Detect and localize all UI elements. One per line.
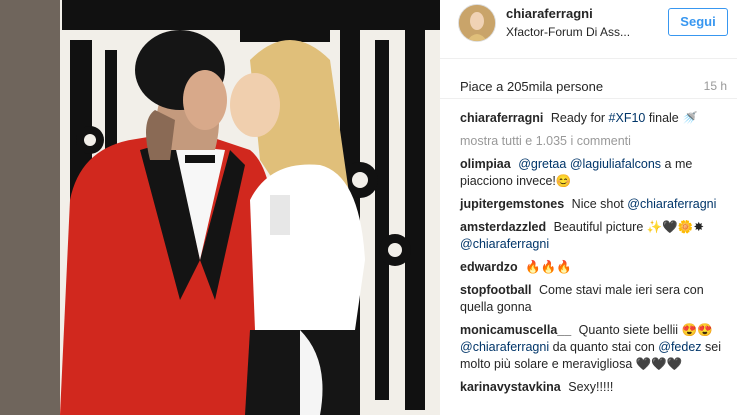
comment-text: Beautiful picture ✨🖤🌼✸ [553,220,704,234]
comment-user[interactable]: olimpiaa [460,157,511,171]
comment-text: Sexy!!!!! [568,380,614,394]
comment-item: jupitergemstones Nice shot @chiaraferrag… [460,196,730,213]
comment-mention[interactable]: @chiaraferragni [627,197,716,211]
comment-text: da quanto stai con [552,340,655,354]
comment-item: edwardzo 🔥🔥🔥 [460,259,730,276]
likes-count[interactable]: Piace a 205mila persone [460,79,603,94]
comment-item: stopfootball Come stavi male ieri sera c… [460,282,730,316]
comment-mention[interactable]: @gretaa [518,157,566,171]
avatar-image [459,5,495,41]
comment-user[interactable]: jupitergemstones [460,197,564,211]
comment-item: olimpiaa @gretaa @lagiuliafalcons a me p… [460,156,730,190]
comment-text: Quanto siete bellii 😍😍 [578,323,713,337]
post-sidebar: chiaraferragni Xfactor-Forum Di Ass... S… [440,0,737,415]
caption: chiaraferragni Ready for #XF10 finale 🚿 [460,110,730,127]
couple-photo-illustration [0,0,440,415]
likes-row: Piace a 205mila persone 15 h [440,58,737,99]
comment-mention[interactable]: @chiaraferragni [460,237,549,251]
comment-user[interactable]: karinavystavkina [460,380,561,394]
caption-text: Ready for [550,111,606,125]
comment-user[interactable]: amsterdazzled [460,220,546,234]
caption-text-end: finale 🚿 [648,111,698,125]
comments-list: chiaraferragni Ready for #XF10 finale 🚿 … [460,110,730,402]
post-username[interactable]: chiaraferragni [506,6,593,21]
comment-text: 🔥🔥🔥 [525,260,572,274]
comment-item: monicamuscella__ Quanto siete bellii 😍😍 … [460,322,730,373]
comment-user[interactable]: edwardzo [460,260,518,274]
comment-item: karinavystavkina Sexy!!!!! [460,379,730,396]
follow-button[interactable]: Segui [668,8,728,36]
comment-user[interactable]: monicamuscella__ [460,323,571,337]
post-photo[interactable] [0,0,440,415]
avatar[interactable] [458,4,496,42]
comment-mention[interactable]: @chiaraferragni [460,340,549,354]
show-all-comments-link[interactable]: mostra tutti e 1.035 i commenti [460,133,730,150]
caption-hashtag[interactable]: #XF10 [609,111,646,125]
post-header: chiaraferragni Xfactor-Forum Di Ass... S… [440,0,737,59]
comment-mention[interactable]: @lagiuliafalcons [570,157,661,171]
comment-mention[interactable]: @fedez [658,340,701,354]
post-location[interactable]: Xfactor-Forum Di Ass... [506,25,666,39]
comment-item: amsterdazzled Beautiful picture ✨🖤🌼✸ @ch… [460,219,730,253]
caption-user[interactable]: chiaraferragni [460,111,543,125]
post-time[interactable]: 15 h [704,79,727,93]
comment-user[interactable]: stopfootball [460,283,532,297]
comment-text: Nice shot [571,197,624,211]
